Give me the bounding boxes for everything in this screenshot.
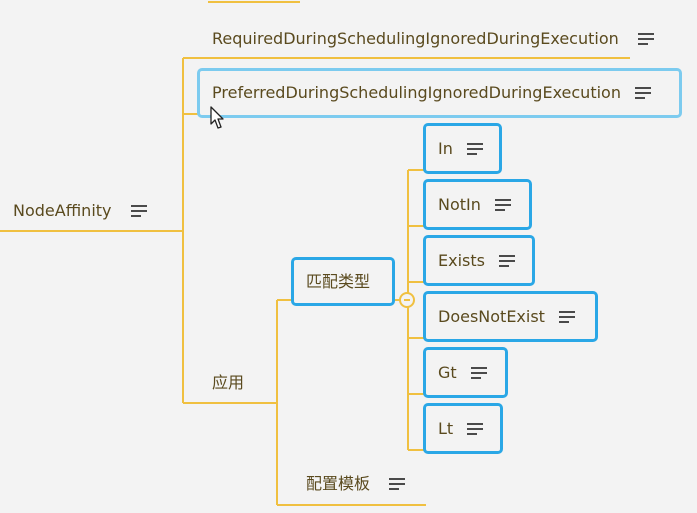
node-operator-doesnotexist[interactable]: DoesNotExist [423, 291, 598, 342]
collapse-toggle-icon[interactable] [399, 292, 415, 308]
node-config-template[interactable]: 配置模板 [306, 473, 406, 494]
operator-label: DoesNotExist [438, 306, 545, 326]
node-operator-exists[interactable]: Exists [423, 235, 535, 286]
node-operator-gt[interactable]: Gt [423, 347, 508, 398]
notes-icon[interactable] [389, 477, 406, 490]
operator-label: Gt [438, 362, 457, 382]
node-apply[interactable]: 应用 [212, 372, 244, 393]
mouse-pointer-icon [210, 106, 224, 129]
notes-icon[interactable] [637, 32, 654, 45]
node-match-type[interactable]: 匹配类型 [291, 257, 395, 306]
notes-icon[interactable] [130, 204, 147, 217]
node-preferred[interactable]: PreferredDuringSchedulingIgnoredDuringEx… [197, 68, 682, 118]
notes-icon[interactable] [470, 366, 487, 379]
node-match-type-label: 匹配类型 [306, 271, 371, 291]
notes-icon[interactable] [467, 422, 484, 435]
notes-icon[interactable] [466, 142, 483, 155]
node-operator-notin[interactable]: NotIn [423, 179, 532, 230]
notes-icon[interactable] [494, 198, 511, 211]
node-required-label: RequiredDuringSchedulingIgnoredDuringExe… [212, 28, 619, 48]
operator-label: Exists [438, 250, 485, 270]
notes-icon[interactable] [634, 87, 651, 99]
node-root[interactable]: NodeAffinity [13, 200, 147, 221]
mind-map-canvas: NodeAffinity RequiredDuringSchedulingIgn… [0, 0, 697, 513]
notes-icon[interactable] [558, 310, 575, 323]
node-operator-in[interactable]: In [423, 123, 502, 174]
operator-label: In [438, 138, 453, 158]
node-required[interactable]: RequiredDuringSchedulingIgnoredDuringExe… [212, 28, 654, 49]
node-config-template-label: 配置模板 [306, 473, 371, 493]
notes-icon[interactable] [498, 254, 515, 267]
node-apply-label: 应用 [212, 372, 245, 392]
node-preferred-label: PreferredDuringSchedulingIgnoredDuringEx… [212, 83, 621, 102]
node-operator-lt[interactable]: Lt [423, 403, 503, 454]
operator-label: NotIn [438, 194, 481, 214]
operator-label: Lt [438, 418, 454, 438]
node-root-label: NodeAffinity [13, 200, 112, 220]
